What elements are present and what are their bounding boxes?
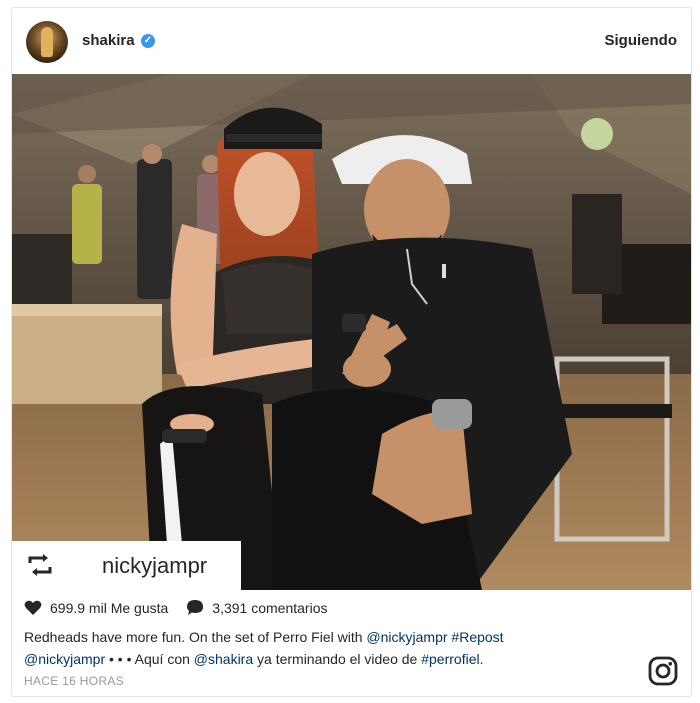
following-button[interactable]: Siguiendo [605,32,678,49]
post-header: shakira ✓ Siguiendo [12,8,691,74]
post-photo[interactable]: nickyjampr [12,74,691,590]
repost-icon [28,554,52,576]
comment-bubble-icon[interactable] [186,599,204,616]
post-stats: 699.9 mil Me gusta 3,391 comentarios [24,599,327,616]
post-timestamp[interactable]: HACE 16 HORAS [24,674,124,688]
avatar[interactable] [26,21,68,63]
comments-count[interactable]: 3,391 comentarios [212,600,327,616]
instagram-post-card: shakira ✓ Siguiendo nickyjampr 699.9 mil… [11,7,692,697]
post-username[interactable]: shakira [82,32,135,49]
caption-mention[interactable]: @nickyjampr [24,651,105,667]
caption-mention[interactable]: @shakira [194,651,253,667]
verified-badge-icon: ✓ [141,34,155,48]
caption-text: . [479,651,484,667]
repost-attribution: nickyjampr [12,541,241,590]
repost-username[interactable]: nickyjampr [102,553,207,579]
caption-text: Redheads have more fun. On the set of Pe… [24,629,367,645]
caption-hashtag[interactable]: #perrofiel [421,651,479,667]
caption-mention[interactable]: @nickyjampr [366,629,447,645]
post-caption: Redheads have more fun. On the set of Pe… [24,626,634,670]
heart-icon[interactable] [24,600,42,616]
instagram-logo-icon[interactable] [648,656,678,686]
caption-separator: • • • [105,651,135,667]
likes-count[interactable]: 699.9 mil Me gusta [50,600,168,616]
caption-hashtag[interactable]: #Repost [451,629,503,645]
caption-text: Aquí con [134,651,194,667]
caption-text: ya terminando el video de [253,651,422,667]
